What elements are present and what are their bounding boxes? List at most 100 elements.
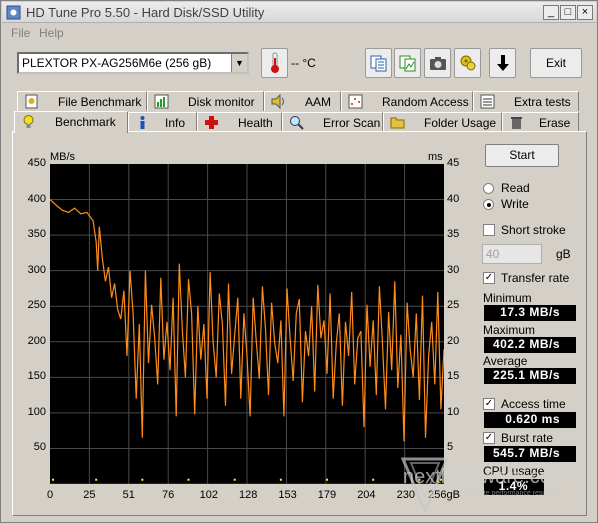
watermark-text: nexthardware.com xyxy=(403,466,568,488)
x-tick-label: 179 xyxy=(317,489,337,501)
copy-text-button[interactable] xyxy=(365,48,392,78)
start-button[interactable]: Start xyxy=(485,144,559,167)
tab-error-scan[interactable]: Error Scan xyxy=(282,112,383,132)
read-label: Read xyxy=(501,181,530,195)
menu-help[interactable]: Help xyxy=(39,26,64,40)
x-tick-label: 76 xyxy=(162,489,175,501)
short-stroke-unit: gB xyxy=(556,247,571,261)
window-title: HD Tune Pro 5.50 - Hard Disk/SSD Utility xyxy=(26,5,265,20)
x-tick-label: 204 xyxy=(357,489,376,501)
maximize-button[interactable]: □ xyxy=(560,5,576,20)
drive-select[interactable]: PLEXTOR PX-AG256M6e (256 gB) ▼ xyxy=(17,52,249,74)
tab-aam[interactable]: AAM xyxy=(264,91,341,111)
access-time-point xyxy=(279,478,282,481)
short-stroke-spinner[interactable]: 40 xyxy=(482,244,542,264)
x-tick-label: 128 xyxy=(239,489,258,501)
y-right-tick-label: 35 xyxy=(447,228,460,241)
tab-info[interactable]: Info xyxy=(128,112,197,132)
burst-rate-label: Burst rate xyxy=(501,431,554,445)
y-right-tick-label: 30 xyxy=(447,263,460,276)
arrow-down-icon xyxy=(496,55,509,71)
tab-extra-tests[interactable]: Extra tests xyxy=(473,91,579,111)
magnifier-icon xyxy=(290,116,304,130)
y-right-tick-label: 25 xyxy=(447,299,460,312)
y-right-tick-label: 20 xyxy=(447,334,460,347)
y-left-tick-label: 450 xyxy=(27,157,46,169)
access-time-value: 0.620 ms xyxy=(484,412,576,428)
y-right-tick-label: 10 xyxy=(447,405,460,418)
tab-file-benchmark[interactable]: File Benchmark xyxy=(17,91,147,111)
y-left-tick-label: 400 xyxy=(27,192,46,205)
temperature-readout: -- °C xyxy=(291,56,316,70)
tab-folder-usage[interactable]: Folder Usage xyxy=(383,112,502,132)
tab-health[interactable]: Health xyxy=(197,112,282,132)
maximum-label: Maximum xyxy=(483,323,536,337)
random-access-icon xyxy=(348,94,363,109)
chevron-down-icon[interactable]: ▼ xyxy=(231,54,247,72)
close-button[interactable]: × xyxy=(577,5,593,20)
minimum-value: 17.3 MB/s xyxy=(484,305,576,321)
options-button[interactable] xyxy=(454,48,481,78)
trash-icon xyxy=(511,117,522,129)
average-label: Average xyxy=(483,354,528,368)
screenshot-button[interactable] xyxy=(424,48,451,78)
y-right-tick-label: 40 xyxy=(447,192,460,205)
folder-icon xyxy=(390,117,405,129)
access-time-checkbox[interactable]: ✓ xyxy=(483,398,495,410)
watermark-logo: nexthardware.com ultimate performance re… xyxy=(400,457,568,515)
y-left-tick-label: 150 xyxy=(27,370,46,383)
app-logo-icon xyxy=(6,5,21,20)
write-label: Write xyxy=(501,197,529,211)
right-axis-unit: ms xyxy=(428,151,443,163)
x-tick-label: 0 xyxy=(46,489,54,501)
access-time-point xyxy=(326,478,329,481)
tab-erase[interactable]: Erase xyxy=(502,112,579,132)
minimum-label: Minimum xyxy=(483,291,532,305)
average-value: 225.1 MB/s xyxy=(484,368,576,384)
read-radio[interactable] xyxy=(483,183,494,194)
camera-icon xyxy=(429,57,446,70)
temperature-button[interactable] xyxy=(261,48,288,78)
title-bar: HD Tune Pro 5.50 - Hard Disk/SSD Utility… xyxy=(2,2,596,23)
tab-disk-monitor[interactable]: Disk monitor xyxy=(147,91,264,111)
tab-random-access[interactable]: Random Access xyxy=(341,91,473,111)
access-time-point xyxy=(233,478,236,481)
write-radio[interactable] xyxy=(483,199,494,210)
transfer-rate-checkbox[interactable]: ✓ xyxy=(483,272,495,284)
extra-tests-icon xyxy=(480,94,495,109)
watermark-tagline: ultimate performance resource xyxy=(465,490,560,497)
file-benchmark-icon xyxy=(25,94,38,109)
benchmark-chart xyxy=(50,164,444,484)
access-time-label: Access time xyxy=(501,397,566,411)
y-right-tick-label: 45 xyxy=(447,157,460,169)
thermometer-icon xyxy=(270,52,279,73)
info-icon xyxy=(140,116,145,129)
x-tick-label: 102 xyxy=(199,489,218,501)
short-stroke-checkbox[interactable] xyxy=(483,224,495,236)
access-time-point xyxy=(95,478,98,481)
y-left-tick-label: 200 xyxy=(27,334,46,347)
short-stroke-label: Short stroke xyxy=(501,223,566,237)
y-left-tick-label: 100 xyxy=(27,405,46,418)
left-axis-unit: MB/s xyxy=(50,151,76,163)
x-tick-label: 51 xyxy=(122,489,135,501)
access-time-point xyxy=(141,478,144,481)
burst-rate-checkbox[interactable]: ✓ xyxy=(483,432,495,444)
x-tick-label: 25 xyxy=(83,489,96,501)
minimize-button[interactable]: _ xyxy=(543,5,559,20)
exit-button[interactable]: Exit xyxy=(530,48,582,78)
copy-text-icon xyxy=(370,55,386,72)
save-button[interactable] xyxy=(489,48,516,78)
maximum-value: 402.2 MB/s xyxy=(484,337,576,353)
app-window: HD Tune Pro 5.50 - Hard Disk/SSD Utility… xyxy=(0,0,598,523)
toolbar: PLEXTOR PX-AG256M6e (256 gB) ▼ -- °C Exi… xyxy=(2,43,596,83)
y-right-tick-label: 15 xyxy=(447,370,460,383)
menu-file[interactable]: File xyxy=(11,26,30,40)
y-left-tick-label: 300 xyxy=(27,263,46,276)
tab-benchmark[interactable]: Benchmark xyxy=(14,111,128,133)
health-cross-icon xyxy=(205,116,218,129)
transfer-rate-label: Transfer rate xyxy=(501,271,570,285)
copy-image-button[interactable] xyxy=(394,48,421,78)
menu-bar: File Help xyxy=(2,24,596,42)
access-time-point xyxy=(187,478,190,481)
